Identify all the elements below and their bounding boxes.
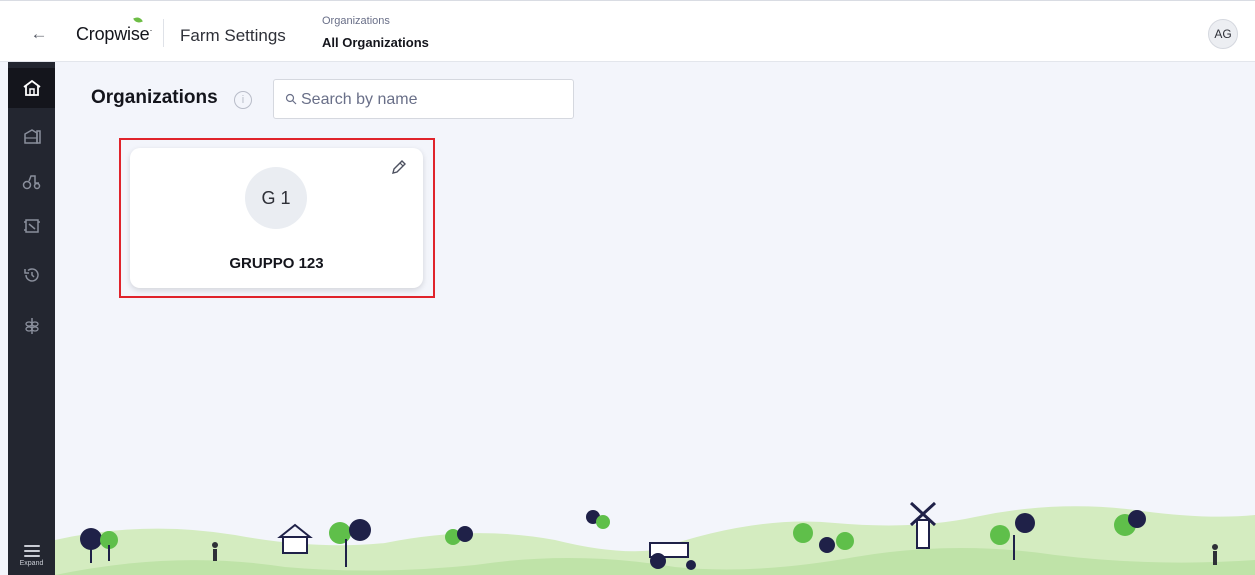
sidebar-item-history[interactable] bbox=[8, 255, 55, 295]
sidebar-item-home[interactable] bbox=[8, 68, 55, 108]
search-input[interactable] bbox=[301, 88, 561, 112]
page-title: Organizations bbox=[91, 87, 218, 108]
brand-logo[interactable]: Cropwise· bbox=[76, 15, 152, 45]
sidebar-item-fields[interactable] bbox=[8, 206, 55, 246]
brand-name: Cropwise bbox=[76, 24, 150, 44]
crop-icon bbox=[24, 318, 39, 334]
expand-label: Expand bbox=[19, 560, 44, 567]
organization-selector[interactable]: All Organizations bbox=[322, 35, 429, 50]
organization-avatar: G 1 bbox=[245, 167, 307, 229]
history-icon bbox=[23, 268, 39, 282]
app-title: Farm Settings bbox=[180, 26, 286, 45]
field-icon bbox=[23, 219, 40, 233]
sidebar-item-crops[interactable] bbox=[8, 306, 55, 346]
edit-pencil-icon[interactable] bbox=[386, 156, 410, 180]
menu-icon bbox=[23, 545, 40, 557]
organization-card[interactable]: G 1 GRUPPO 123 bbox=[130, 148, 423, 288]
info-icon[interactable]: i bbox=[234, 91, 252, 109]
sidebar: Expand bbox=[8, 62, 55, 575]
user-avatar[interactable]: AG bbox=[1208, 19, 1238, 49]
barn bbox=[277, 523, 313, 554]
leaf-icon bbox=[133, 15, 143, 25]
divider bbox=[163, 19, 164, 47]
sidebar-item-equipment[interactable] bbox=[8, 161, 55, 201]
top-bar: ← Cropwise· Farm Settings Organizations … bbox=[0, 0, 1255, 62]
back-arrow-icon[interactable]: ← bbox=[28, 25, 50, 43]
home-icon bbox=[22, 79, 41, 96]
tree-group-4 bbox=[586, 510, 610, 529]
breadcrumb-label: Organizations bbox=[322, 15, 390, 27]
tractor-icon bbox=[22, 175, 40, 190]
organization-name: GRUPPO 123 bbox=[229, 255, 324, 272]
expand-sidebar-button[interactable]: Expand bbox=[8, 541, 55, 575]
farm-icon bbox=[23, 129, 41, 144]
search-box[interactable] bbox=[273, 79, 574, 119]
sidebar-item-farms[interactable] bbox=[8, 116, 55, 156]
search-icon bbox=[285, 93, 297, 105]
farm-landscape-illustration bbox=[55, 501, 1255, 575]
